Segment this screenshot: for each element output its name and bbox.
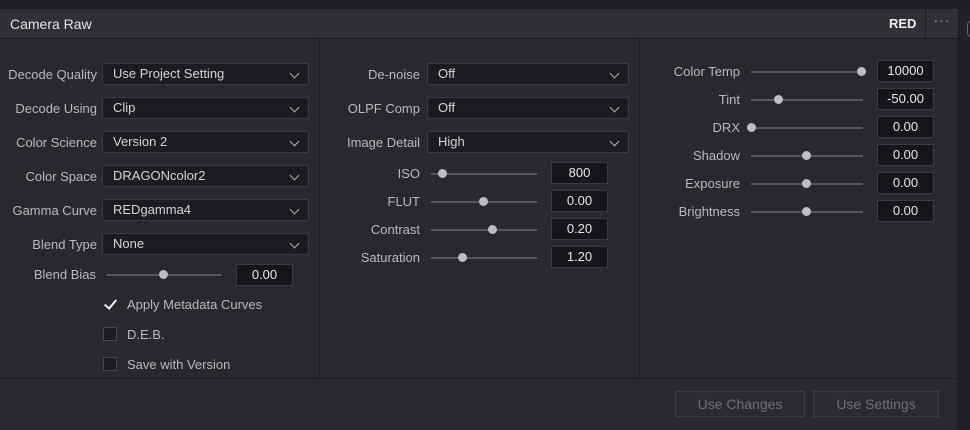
tint-value[interactable]: -50.00 xyxy=(877,88,934,110)
saturation-label: Saturation xyxy=(360,250,420,265)
blend-type-value: None xyxy=(113,236,145,251)
header-separator xyxy=(925,9,926,38)
more-options-icon[interactable]: ··· xyxy=(932,13,952,33)
tint-slider-track[interactable] xyxy=(751,99,863,101)
image-detail-label: Image Detail xyxy=(347,135,420,150)
blend-bias-slider-thumb[interactable] xyxy=(159,270,168,279)
right-edge-panel xyxy=(958,9,970,430)
use-settings-button[interactable]: Use Settings xyxy=(813,391,939,417)
image-detail-dropdown[interactable]: High xyxy=(427,131,629,153)
drx-slider-track[interactable] xyxy=(751,127,863,129)
gamma-curve-dropdown[interactable]: REDgamma4 xyxy=(102,199,309,221)
blend-type-label: Blend Type xyxy=(32,237,97,252)
chevron-down-icon xyxy=(609,136,620,147)
iso-value[interactable]: 800 xyxy=(551,162,608,184)
chevron-down-icon xyxy=(609,102,620,113)
gamma-curve-label: Gamma Curve xyxy=(12,203,97,218)
color-temp-value[interactable]: 10000 xyxy=(877,60,934,82)
tint-slider-thumb[interactable] xyxy=(774,95,783,104)
color-space-value: DRAGONcolor2 xyxy=(113,168,206,183)
deb-label: D.E.B. xyxy=(127,327,165,342)
chevron-down-icon xyxy=(289,136,300,147)
chevron-down-icon xyxy=(289,204,300,215)
olpf-comp-label: OLPF Comp xyxy=(347,101,420,116)
drx-label: DRX xyxy=(712,120,740,135)
olpf-comp-value: Off xyxy=(438,100,456,115)
column-divider-1 xyxy=(319,39,320,379)
drx-slider-thumb[interactable] xyxy=(747,123,756,132)
use-changes-button[interactable]: Use Changes xyxy=(675,391,805,417)
flut-slider-thumb[interactable] xyxy=(479,197,488,206)
decode-quality-label: Decode Quality xyxy=(8,67,97,82)
decode-quality-dropdown[interactable]: Use Project Setting xyxy=(102,63,309,85)
exposure-label: Exposure xyxy=(685,176,740,191)
brightness-slider-thumb[interactable] xyxy=(802,207,811,216)
footer-divider xyxy=(0,378,958,379)
exposure-slider-thumb[interactable] xyxy=(802,179,811,188)
shadow-label: Shadow xyxy=(693,148,740,163)
brightness-label: Brightness xyxy=(678,204,740,219)
chevron-down-icon xyxy=(289,238,300,249)
flut-label: FLUT xyxy=(387,194,421,209)
image-detail-value: High xyxy=(438,134,465,149)
color-temp-slider-track[interactable] xyxy=(751,71,863,73)
iso-label: ISO xyxy=(397,166,420,181)
chevron-down-icon xyxy=(289,170,300,181)
saturation-slider-track[interactable] xyxy=(431,257,537,259)
blend-type-dropdown[interactable]: None xyxy=(102,233,309,255)
contrast-label: Contrast xyxy=(370,222,420,237)
camera-format-badge: RED xyxy=(889,16,917,31)
decode-using-dropdown[interactable]: Clip xyxy=(102,97,309,119)
blend-bias-label: Blend Bias xyxy=(33,267,96,282)
panel-title: Camera Raw xyxy=(10,16,92,32)
chevron-down-icon xyxy=(289,68,300,79)
color-science-label: Color Science xyxy=(16,135,97,150)
apply-metadata-curves-label: Apply Metadata Curves xyxy=(127,297,263,312)
decode-using-label: Decode Using xyxy=(15,101,97,116)
color-science-dropdown[interactable]: Version 2 xyxy=(102,131,309,153)
blend-bias-value[interactable]: 0.00 xyxy=(236,264,293,286)
saturation-value[interactable]: 1.20 xyxy=(551,246,608,268)
shadow-value[interactable]: 0.00 xyxy=(877,144,934,166)
denoise-value: Off xyxy=(438,66,456,81)
apply-metadata-curves-checkbox[interactable] xyxy=(103,297,117,311)
gamma-curve-value: REDgamma4 xyxy=(113,202,192,217)
olpf-comp-dropdown[interactable]: Off xyxy=(427,97,629,119)
chevron-down-icon xyxy=(609,68,620,79)
decode-using-value: Clip xyxy=(113,100,136,115)
saturation-slider-thumb[interactable] xyxy=(458,253,467,262)
color-temp-slider-thumb[interactable] xyxy=(857,67,866,76)
contrast-slider-track[interactable] xyxy=(431,229,537,231)
shadow-slider-thumb[interactable] xyxy=(802,151,811,160)
color-space-dropdown[interactable]: DRAGONcolor2 xyxy=(102,165,309,187)
tint-label: Tint xyxy=(718,92,740,107)
deb-checkbox[interactable] xyxy=(103,327,117,341)
top-strip xyxy=(0,0,970,9)
brightness-value[interactable]: 0.00 xyxy=(877,200,934,222)
save-with-version-label: Save with Version xyxy=(127,357,231,372)
chevron-down-icon xyxy=(289,102,300,113)
panel-header: Camera Raw RED ··· xyxy=(0,9,958,39)
color-temp-label: Color Temp xyxy=(673,64,740,79)
save-with-version-checkbox[interactable] xyxy=(103,357,117,371)
contrast-slider-thumb[interactable] xyxy=(488,225,497,234)
iso-slider-thumb[interactable] xyxy=(438,169,447,178)
exposure-value[interactable]: 0.00 xyxy=(877,172,934,194)
contrast-value[interactable]: 0.20 xyxy=(551,218,608,240)
drx-value[interactable]: 0.00 xyxy=(877,116,934,138)
flut-value[interactable]: 0.00 xyxy=(551,190,608,212)
denoise-dropdown[interactable]: Off xyxy=(427,63,629,85)
decode-quality-value: Use Project Setting xyxy=(113,66,225,81)
color-science-value: Version 2 xyxy=(113,134,168,149)
column-divider-2 xyxy=(639,39,640,379)
color-space-label: Color Space xyxy=(25,169,97,184)
denoise-label: De-noise xyxy=(367,67,420,82)
